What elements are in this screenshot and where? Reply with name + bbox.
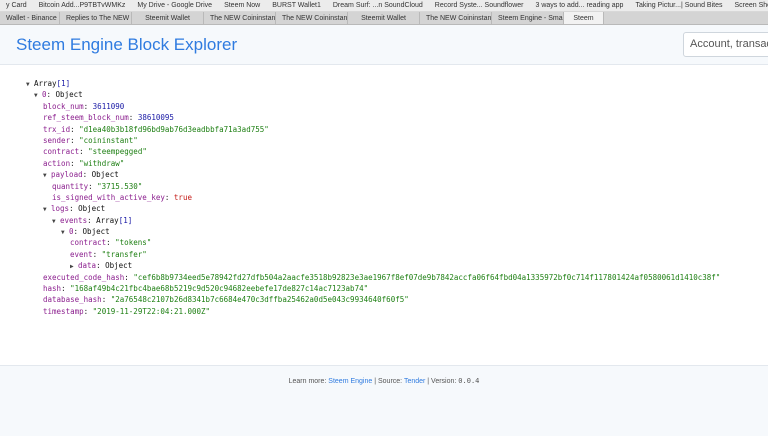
tree-row: trx_id: "d1ea40b3b18fd96bd9ab76d3eadbbfa… — [43, 124, 269, 134]
browser-tab[interactable]: Wallet - Binance — [0, 12, 60, 24]
triangle-down-icon[interactable]: ▼ — [52, 216, 60, 227]
bookmark[interactable]: Bitcoin Add...P9TBTvWMKz — [33, 0, 132, 11]
tree-row-logs[interactable]: ▼ logs: Object — [26, 203, 720, 214]
tree-row: hash: "168af49b4c21fbc4bae68b5219c9d520c… — [43, 284, 369, 294]
tree-row: is_signed_with_active_key: true — [52, 192, 192, 202]
browser-tab-active[interactable]: Steem — [564, 12, 604, 24]
page-title[interactable]: Steem Engine Block Explorer — [16, 35, 237, 55]
browser-tab[interactable]: The NEW Coininstant! (... — [420, 12, 492, 24]
tree-row-events[interactable]: ▼ events: Array[1] — [26, 215, 720, 226]
bookmark[interactable]: y Card — [0, 0, 33, 11]
triangle-down-icon[interactable]: ▼ — [34, 90, 42, 101]
bookmark[interactable]: My Drive - Google Drive — [131, 0, 218, 11]
bookmark[interactable]: 3 ways to add... reading app — [529, 0, 629, 11]
tree-row-data[interactable]: ▶ data: Object — [26, 260, 720, 271]
bookmark[interactable]: Screen Shot ...23.43 PM.pn — [728, 0, 768, 11]
tree-row: action: "withdraw" — [43, 158, 125, 168]
tree-row: sender: "coininstant" — [43, 135, 138, 145]
tree-row: database_hash: "2a76548c2107b26d8341b7c6… — [43, 295, 409, 305]
footer-line: Learn more: Steem Engine | Source: Tende… — [288, 377, 480, 385]
json-tree: ▼ Array[1] ▼ 0: Object block_num: 3611090 … — [26, 78, 720, 317]
steem-engine-link[interactable]: Steem Engine — [328, 378, 372, 385]
tree-row: ref_steem_block_num: 38610095 — [43, 113, 174, 123]
browser-tab[interactable]: Replies to The NEW Coi... — [60, 12, 132, 24]
triangle-right-icon[interactable]: ▶ — [70, 261, 78, 272]
page-header: Steem Engine Block Explorer Account, tra… — [0, 25, 768, 65]
triangle-down-icon[interactable]: ▼ — [61, 227, 69, 238]
triangle-down-icon[interactable]: ▼ — [43, 170, 51, 181]
tree-row: block_num: 3611090 — [43, 101, 125, 111]
bookmarks-bar: y Card Bitcoin Add...P9TBTvWMKz My Drive… — [0, 0, 768, 12]
triangle-down-icon[interactable]: ▼ — [43, 204, 51, 215]
tree-row-event-object[interactable]: ▼ 0: Object — [26, 226, 720, 237]
tree-row: executed_code_hash: "cef6b8b9734eed5e789… — [43, 272, 721, 282]
bookmark[interactable]: Record Syste... Soundflower — [429, 0, 530, 11]
bookmark[interactable]: Steem Now — [218, 0, 266, 11]
tree-row: contract: "steempegged" — [43, 147, 147, 157]
tree-row-object[interactable]: ▼ 0: Object — [26, 89, 720, 100]
browser-tab[interactable]: The NEW Coininstant! (... — [204, 12, 276, 24]
main-content: ▼ Array[1] ▼ 0: Object block_num: 3611090 … — [0, 65, 768, 416]
tender-link[interactable]: Tender — [404, 378, 425, 385]
browser-tab[interactable]: Steemit Wallet — [348, 12, 420, 24]
tree-row: event: "transfer" — [70, 249, 147, 259]
tree-row: quantity: "3715.530" — [52, 181, 143, 191]
tree-row: contract: "tokens" — [70, 238, 152, 248]
version-value: 0.0.4 — [458, 377, 480, 385]
bookmark[interactable]: Dream Surf: ...n SoundCloud — [327, 0, 429, 11]
page-footer: Learn more: Steem Engine | Source: Tende… — [0, 365, 768, 436]
tree-row-root[interactable]: ▼ Array[1] — [26, 78, 720, 89]
bookmark[interactable]: Taking Pictur...| Sound Bites — [629, 0, 728, 11]
search-input[interactable]: Account, transaction — [683, 32, 768, 57]
bookmark[interactable]: BURST Wallet1 — [266, 0, 327, 11]
browser-tab[interactable]: Steem Engine - Smart C... — [492, 12, 564, 24]
tree-row-payload[interactable]: ▼ payload: Object — [26, 169, 720, 180]
tree-row: timestamp: "2019-11-29T22:04:21.000Z" — [43, 306, 211, 316]
browser-tab[interactable]: The NEW Coininstant! (... — [276, 12, 348, 24]
triangle-down-icon[interactable]: ▼ — [26, 79, 34, 90]
browser-tab[interactable]: Steemit Wallet — [132, 12, 204, 24]
browser-tab-strip: Wallet - Binance Replies to The NEW Coi.… — [0, 12, 768, 25]
